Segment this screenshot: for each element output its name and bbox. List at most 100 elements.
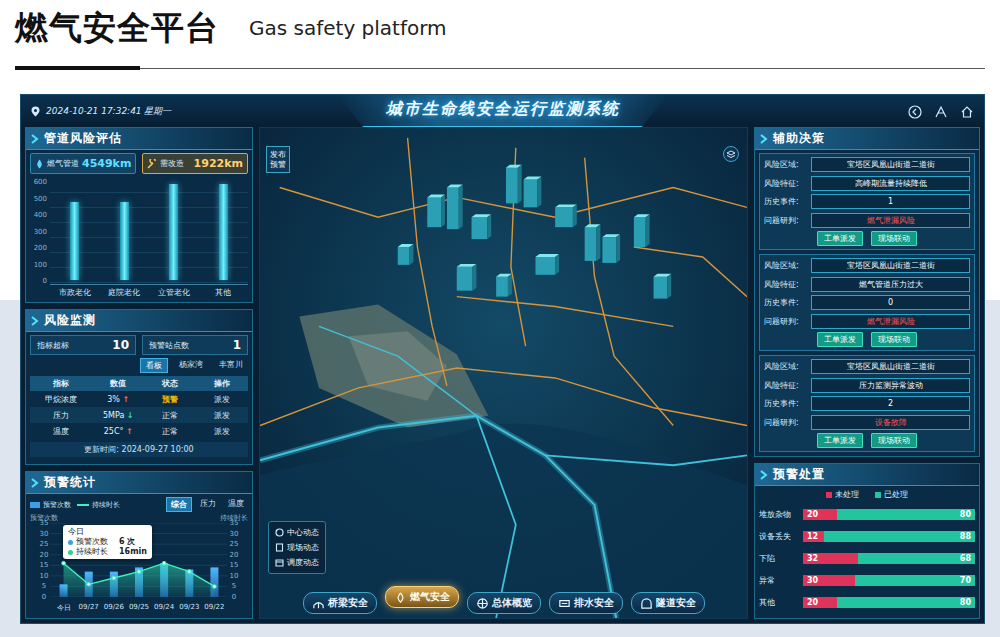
- metric-tab[interactable]: 综合: [166, 497, 192, 512]
- y-tick: 15: [230, 561, 239, 569]
- action-button[interactable]: 工单派发: [817, 433, 863, 448]
- metric-tab[interactable]: 温度: [224, 497, 248, 512]
- dispatch-action[interactable]: 派发: [196, 394, 248, 405]
- map-building: [447, 185, 463, 230]
- map-building: [472, 214, 492, 239]
- y-tick: 35: [230, 519, 239, 527]
- monitor-stat-label: 预警站点数: [149, 340, 189, 351]
- x-axis: 市政老化庭院老化立管老化其他: [50, 285, 248, 298]
- publish-warning-button[interactable]: 发布预警: [266, 146, 290, 173]
- action-button[interactable]: 现场联动: [871, 231, 917, 246]
- module-tab[interactable]: 排水安全: [549, 592, 623, 614]
- home-icon[interactable]: [960, 105, 974, 119]
- table-header: 指标数值状态操作: [30, 376, 248, 391]
- tooltip-row: 预警次数6 次: [68, 537, 147, 547]
- y-tick: 300: [34, 228, 47, 236]
- judgement-value: 设备故障: [811, 415, 970, 430]
- indicator-cell: 压力: [30, 410, 92, 421]
- panel-title: 辅助决策: [773, 130, 825, 147]
- map-buildings: [398, 165, 672, 299]
- table-row: 甲烷浓度3% ↑预警派发: [30, 391, 248, 407]
- station-tab[interactable]: 丰富川: [214, 358, 248, 373]
- module-icon: [312, 597, 325, 610]
- action-button[interactable]: 工单派发: [817, 332, 863, 347]
- tooltip-title: 今日: [68, 527, 147, 537]
- x-label: 09/23: [177, 603, 202, 613]
- y-tick: 100: [34, 261, 47, 269]
- dispatch-action[interactable]: 派发: [196, 410, 248, 421]
- back-icon[interactable]: [908, 105, 922, 119]
- decision-card: 风险区域:宝塔区凤凰山街道二道街风险特征:高峰期流量持续降低历史事件:1问题研判…: [759, 153, 975, 250]
- dynamics-item[interactable]: 调度动态: [275, 557, 319, 568]
- y-tick: 25: [230, 540, 239, 548]
- dynamics-icon: [275, 528, 284, 537]
- history-value: 0: [811, 295, 970, 310]
- pipeline-bar-chart: 6005004003002001000市政老化庭院老化立管老化其他: [30, 178, 248, 298]
- tooltip-label: 预警次数: [76, 537, 108, 547]
- y-tick: 200: [34, 244, 47, 252]
- y-tick: 0: [232, 593, 236, 601]
- y-tick: 400: [34, 211, 47, 219]
- judgement-value: 燃气泄漏风险: [811, 314, 970, 329]
- pipeline-stat: 需改造1922km: [142, 153, 248, 174]
- module-label: 燃气安全: [410, 590, 450, 604]
- y-tick: 20: [40, 551, 49, 559]
- dashboard-screenshot: 2024-10-21 17:32:41 星期一城市生命线安全运行监测系统管道风险…: [20, 94, 985, 624]
- disposal-legend: 未处理已处理: [759, 489, 975, 500]
- legend-item: 预警次数: [30, 500, 71, 510]
- map-view[interactable]: 发布预警中心动态现场动态调度动态桥梁安全 燃气安全 总体概览 排水安全 隧道安全: [259, 127, 748, 619]
- module-icon: [476, 597, 489, 610]
- y-tick: 0: [43, 277, 47, 285]
- indicator-cell: 甲烷浓度: [30, 394, 92, 405]
- disposal-row: 其他2080: [759, 594, 975, 612]
- chart-bar: [219, 184, 228, 280]
- station-tab[interactable]: 看板: [140, 358, 168, 373]
- field-row: 问题研判:设备故障: [764, 415, 970, 430]
- action-button[interactable]: 现场联动: [871, 332, 917, 347]
- column-header: 数值: [92, 378, 144, 389]
- decision-card: 风险区域:宝塔区凤凰山街道二道街风险特征:燃气管道压力过大历史事件:0问题研判:…: [759, 254, 975, 351]
- map-building: [535, 254, 559, 275]
- duration-point: [162, 561, 166, 565]
- grid-line: [51, 565, 227, 566]
- right-y-axis: 35302520151050: [227, 519, 241, 601]
- module-tab[interactable]: 总体概览: [467, 592, 541, 614]
- layers-icon[interactable]: [723, 146, 739, 162]
- legend-item: 持续时长: [77, 500, 120, 510]
- user-icon[interactable]: [934, 105, 948, 119]
- station-tab[interactable]: 杨家湾: [174, 358, 208, 373]
- action-button[interactable]: 工单派发: [817, 231, 863, 246]
- action-button[interactable]: 现场联动: [871, 433, 917, 448]
- module-tab[interactable]: 燃气安全: [385, 586, 459, 608]
- card-buttons: 工单派发现场联动: [764, 231, 970, 246]
- y-tick: 15: [40, 561, 49, 569]
- module-label: 隧道安全: [656, 596, 696, 610]
- done-segment: 70: [855, 575, 975, 586]
- dynamics-item[interactable]: 中心动态: [275, 527, 319, 538]
- module-label: 排水安全: [574, 596, 614, 610]
- dynamics-item[interactable]: 现场动态: [275, 542, 319, 553]
- tooltip-label: 持续时长: [76, 547, 108, 557]
- bar-slot: [199, 182, 249, 280]
- chart-bar: [169, 184, 178, 280]
- map-building: [654, 274, 672, 299]
- field-row: 问题研判:燃气泄漏风险: [764, 213, 970, 228]
- datetime: 2024-10-21 17:32:41 星期一: [31, 105, 338, 118]
- module-tab[interactable]: 桥梁安全: [303, 592, 377, 614]
- map-building: [524, 177, 542, 208]
- done-segment: 68: [858, 553, 975, 564]
- module-label: 总体概览: [492, 596, 532, 610]
- metric-tab[interactable]: 压力: [196, 497, 220, 512]
- field-row: 风险区域:宝塔区凤凰山街道二道街: [764, 258, 970, 273]
- field-row: 历史事件:1: [764, 194, 970, 209]
- dynamics-menu: 中心动态现场动态调度动态: [268, 521, 326, 574]
- datetime-text: 2024-10-21 17:32:41 星期一: [46, 105, 171, 118]
- city-3d-map[interactable]: [260, 128, 747, 618]
- dispatch-action[interactable]: 派发: [196, 426, 248, 437]
- decision-panel: 辅助决策风险区域:宝塔区凤凰山街道二道街风险特征:高峰期流量持续降低历史事件:1…: [754, 127, 980, 457]
- tooltip-value: 16min: [119, 547, 147, 557]
- module-tab[interactable]: 隧道安全: [631, 592, 705, 614]
- dashboard-body: 管道风险评估燃气管道4549km需改造1922km600500400300200…: [21, 127, 984, 623]
- disposal-label: 下陷: [759, 553, 799, 564]
- x-label: 09/25: [126, 603, 151, 613]
